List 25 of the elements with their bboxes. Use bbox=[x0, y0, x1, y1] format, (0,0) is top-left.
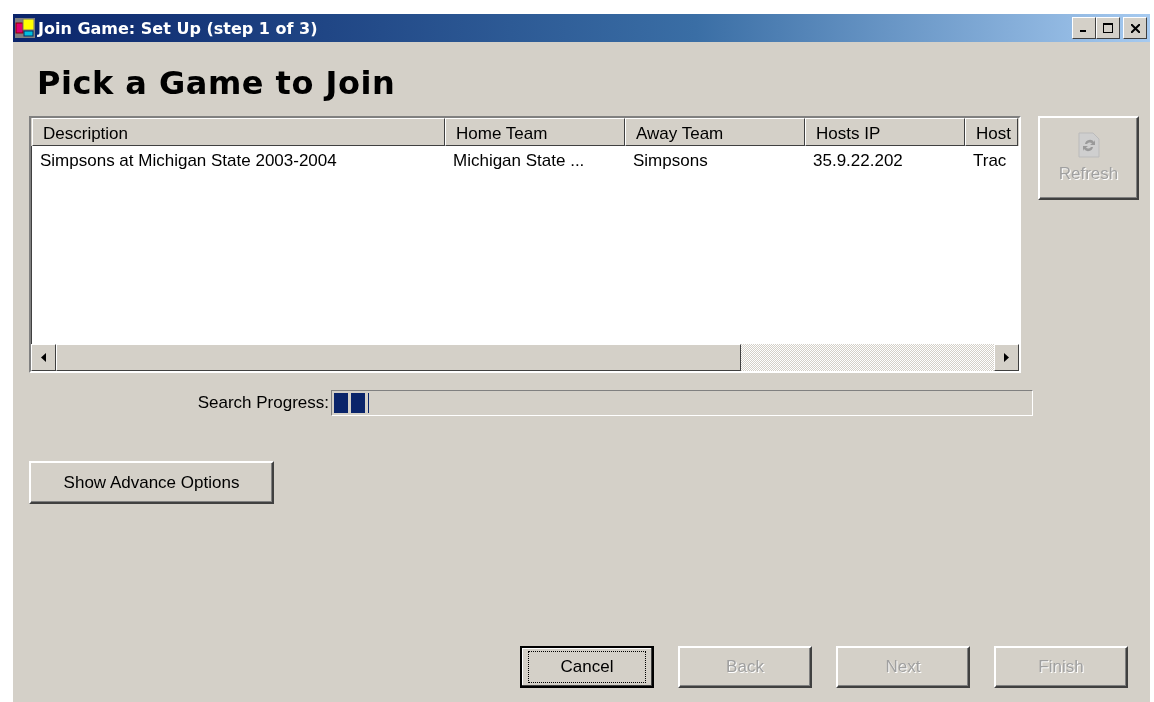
page-heading: Pick a Game to Join bbox=[37, 64, 397, 102]
close-icon bbox=[1130, 23, 1140, 33]
table-cell-text: Trac bbox=[972, 151, 1008, 171]
table-cell-text: Simpsons bbox=[632, 151, 709, 171]
maximize-icon bbox=[1103, 23, 1113, 33]
minimize-button[interactable] bbox=[1072, 17, 1096, 39]
show-advance-options-button[interactable]: Show Advance Options bbox=[29, 461, 274, 504]
right-arrow-icon bbox=[1004, 353, 1009, 362]
maximize-button[interactable] bbox=[1096, 17, 1120, 39]
close-button[interactable] bbox=[1123, 17, 1147, 39]
column-header[interactable]: Away Team bbox=[625, 118, 805, 146]
horizontal-scrollbar[interactable] bbox=[31, 344, 1019, 371]
table-cell-text: 35.9.22.202 bbox=[812, 151, 904, 171]
left-arrow-icon bbox=[41, 353, 46, 362]
refresh-icon bbox=[1077, 132, 1100, 158]
column-header[interactable]: Description bbox=[32, 118, 445, 146]
column-header[interactable]: Host bbox=[965, 118, 1018, 146]
column-header[interactable]: Home Team bbox=[445, 118, 625, 146]
column-header[interactable]: Hosts IP bbox=[805, 118, 965, 146]
table-cell-text: Michigan State ... bbox=[452, 151, 586, 171]
dialog-button[interactable]: Cancel bbox=[520, 646, 654, 688]
search-progress-label: Search Progress: bbox=[196, 393, 330, 413]
window-title: Join Game: Set Up (step 1 of 3) bbox=[38, 18, 318, 38]
app-icon bbox=[15, 18, 35, 38]
table-cell-text: Simpsons at Michigan State 2003-2004 bbox=[39, 151, 338, 171]
